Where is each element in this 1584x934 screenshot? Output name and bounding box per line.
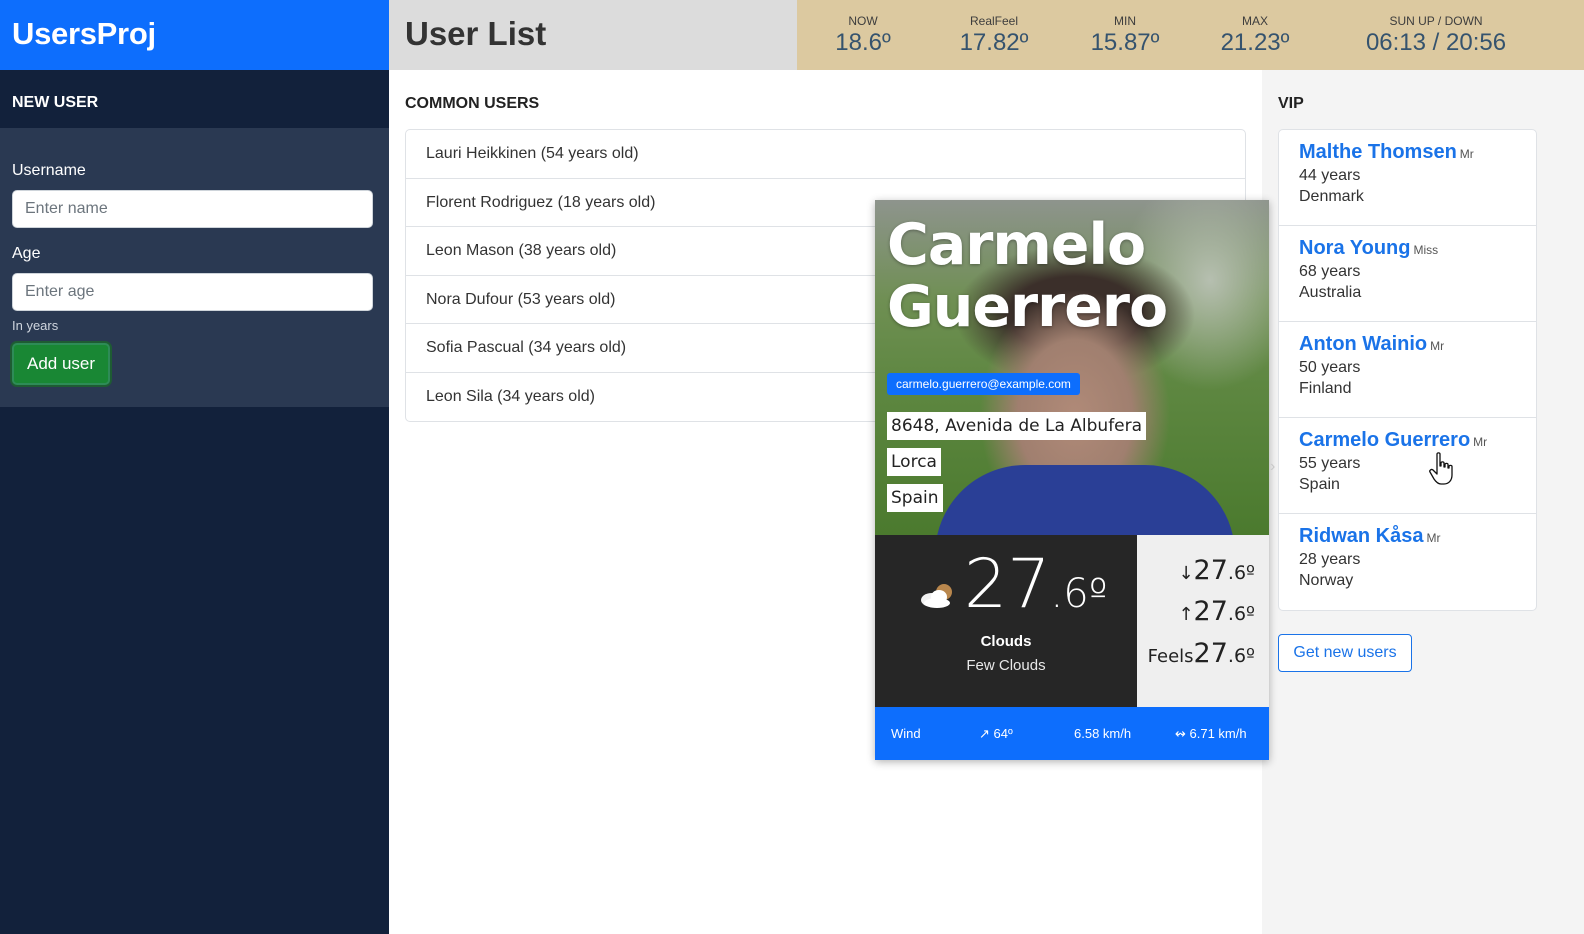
user-photo: Carmelo Guerrero carmelo.guerrero@exampl… [875, 200, 1269, 535]
vip-heading: VIP [1278, 95, 1304, 112]
username-label: Username [12, 162, 86, 179]
weather-min-label: MIN [1114, 14, 1136, 28]
vip-title: Mr [1473, 435, 1488, 449]
address-street: 8648, Avenida de La Albufera [887, 412, 1147, 440]
hand-cursor-icon [1429, 452, 1453, 485]
weather-max-label: MAX [1241, 14, 1268, 28]
weather-bar: NOW 18.6º RealFeel 17.82º MIN 15.87º MAX… [797, 0, 1584, 70]
weather-realfeel-value: 17.82º [959, 29, 1029, 56]
page-title: User List [405, 15, 547, 52]
vip-title: Mr [1430, 339, 1445, 353]
vip-country: Denmark [1299, 188, 1364, 205]
age-label: Age [12, 245, 41, 262]
weather-max-value: 21.23º [1220, 29, 1290, 56]
temp-feels-decimal: .6º [1227, 645, 1255, 667]
vip-name-link[interactable]: Malthe Thomsen [1299, 141, 1457, 163]
down-arrow-icon: ↓ [1178, 563, 1194, 584]
weather-max: MAX 21.23º [1212, 14, 1298, 57]
vip-name-link[interactable]: Carmelo Guerrero [1299, 429, 1470, 451]
weather-now-label: NOW [848, 14, 878, 28]
temp-min-decimal: .6º [1227, 562, 1255, 584]
temp-max: ↑27.6º [1178, 596, 1255, 627]
email-badge[interactable]: carmelo.guerrero@example.com [887, 373, 1080, 395]
address-city: Lorca [887, 448, 941, 476]
vip-age: 50 years [1299, 359, 1361, 376]
add-user-button[interactable]: Add user [12, 343, 111, 385]
temp-feels-integer: 27 [1193, 638, 1228, 669]
vip-age: 44 years [1299, 167, 1361, 184]
temp-integer: 27 [964, 545, 1051, 624]
get-new-users-button[interactable]: Get new users [1278, 634, 1412, 672]
new-user-form: Username Age In years Add user [0, 128, 389, 407]
temp-decimal: .6º [1050, 571, 1108, 617]
username-input[interactable] [12, 190, 373, 228]
sidebar: UsersProj NEW USER Username Age In years… [0, 0, 389, 934]
wind-gust: ↭ 6.71 km/h [1175, 726, 1247, 741]
temp-min: ↓27.6º [1178, 555, 1255, 586]
popover-last-name: Guerrero [887, 274, 1168, 340]
popover-name: Carmelo Guerrero [887, 212, 1168, 340]
vip-title: Miss [1413, 243, 1439, 257]
chevron-right-icon: › [1270, 458, 1276, 475]
age-input[interactable] [12, 273, 373, 311]
feels-label: Feels [1147, 646, 1194, 667]
new-user-heading: NEW USER [12, 94, 99, 111]
vip-card: Anton Wainio Mr 50 years Finland [1279, 322, 1536, 418]
weather-min: MIN 15.87º [1082, 14, 1168, 57]
vip-card: Ridwan Kåsa Mr 28 years Norway [1279, 514, 1536, 610]
weather-condition: Clouds [980, 633, 1032, 650]
vip-title: Mr [1459, 147, 1474, 161]
wind-label: Wind [891, 726, 921, 741]
temp-feels: Feels27.6º [1148, 638, 1255, 669]
current-temperature: 27.6º [964, 545, 1108, 634]
up-arrow-icon: ↑ [1178, 604, 1194, 625]
photo-shirt [935, 465, 1235, 535]
wind-direction: ↗ 64º [979, 726, 1013, 741]
vip-country: Finland [1299, 380, 1352, 397]
vip-name-link[interactable]: Ridwan Kåsa [1299, 525, 1423, 547]
weather-realfeel: RealFeel 17.82º [951, 14, 1037, 57]
address-country: Spain [887, 484, 943, 512]
weather-sun: SUN UP / DOWN 06:13 / 20:56 [1351, 14, 1521, 57]
popover-first-name: Carmelo [887, 212, 1146, 278]
vip-card: Nora Young Miss 68 years Australia [1279, 226, 1536, 322]
common-users-heading: COMMON USERS [405, 95, 540, 112]
current-weather: 27.6º Clouds Few Clouds [875, 535, 1137, 707]
wind-bar: Wind ↗ 64º 6.58 km/h ↭ 6.71 km/h [875, 707, 1269, 760]
vip-age: 68 years [1299, 263, 1361, 280]
vip-country: Spain [1299, 476, 1340, 493]
weather-realfeel-label: RealFeel [969, 14, 1019, 28]
weather-min-value: 15.87º [1090, 29, 1160, 56]
vip-title: Mr [1426, 531, 1441, 545]
temp-max-integer: 27 [1193, 596, 1228, 627]
vip-card: Carmelo Guerrero Mr 55 years Spain [1279, 418, 1536, 514]
temperature-range: ↓27.6º ↑27.6º Feels27.6º [1137, 535, 1269, 707]
vip-name-link[interactable]: Nora Young [1299, 237, 1410, 259]
list-item[interactable]: Lauri Heikkinen (54 years old) [406, 130, 1245, 179]
age-help-text: In years [12, 318, 59, 333]
few-clouds-icon [921, 584, 952, 608]
weather-description: Few Clouds [966, 657, 1046, 674]
weather-now: NOW 18.6º [830, 14, 896, 57]
user-popover-card: Carmelo Guerrero carmelo.guerrero@exampl… [875, 200, 1269, 760]
vip-name-link[interactable]: Anton Wainio [1299, 333, 1427, 355]
weather-now-value: 18.6º [835, 29, 891, 56]
brand-logo[interactable]: UsersProj [0, 0, 389, 70]
vip-country: Norway [1299, 572, 1354, 589]
vip-age: 55 years [1299, 455, 1361, 472]
weather-sun-value: 06:13 / 20:56 [1365, 29, 1507, 56]
vip-list: Malthe Thomsen Mr 44 years Denmark Nora Y… [1278, 129, 1537, 611]
temp-max-decimal: .6º [1227, 603, 1255, 625]
vip-country: Australia [1299, 284, 1362, 301]
weather-sun-label: SUN UP / DOWN [1389, 14, 1483, 28]
vip-card: Malthe Thomsen Mr 44 years Denmark [1279, 130, 1536, 226]
temp-min-integer: 27 [1193, 555, 1228, 586]
vip-age: 28 years [1299, 551, 1361, 568]
page-header: User List [389, 0, 797, 70]
wind-speed: 6.58 km/h [1074, 726, 1132, 741]
